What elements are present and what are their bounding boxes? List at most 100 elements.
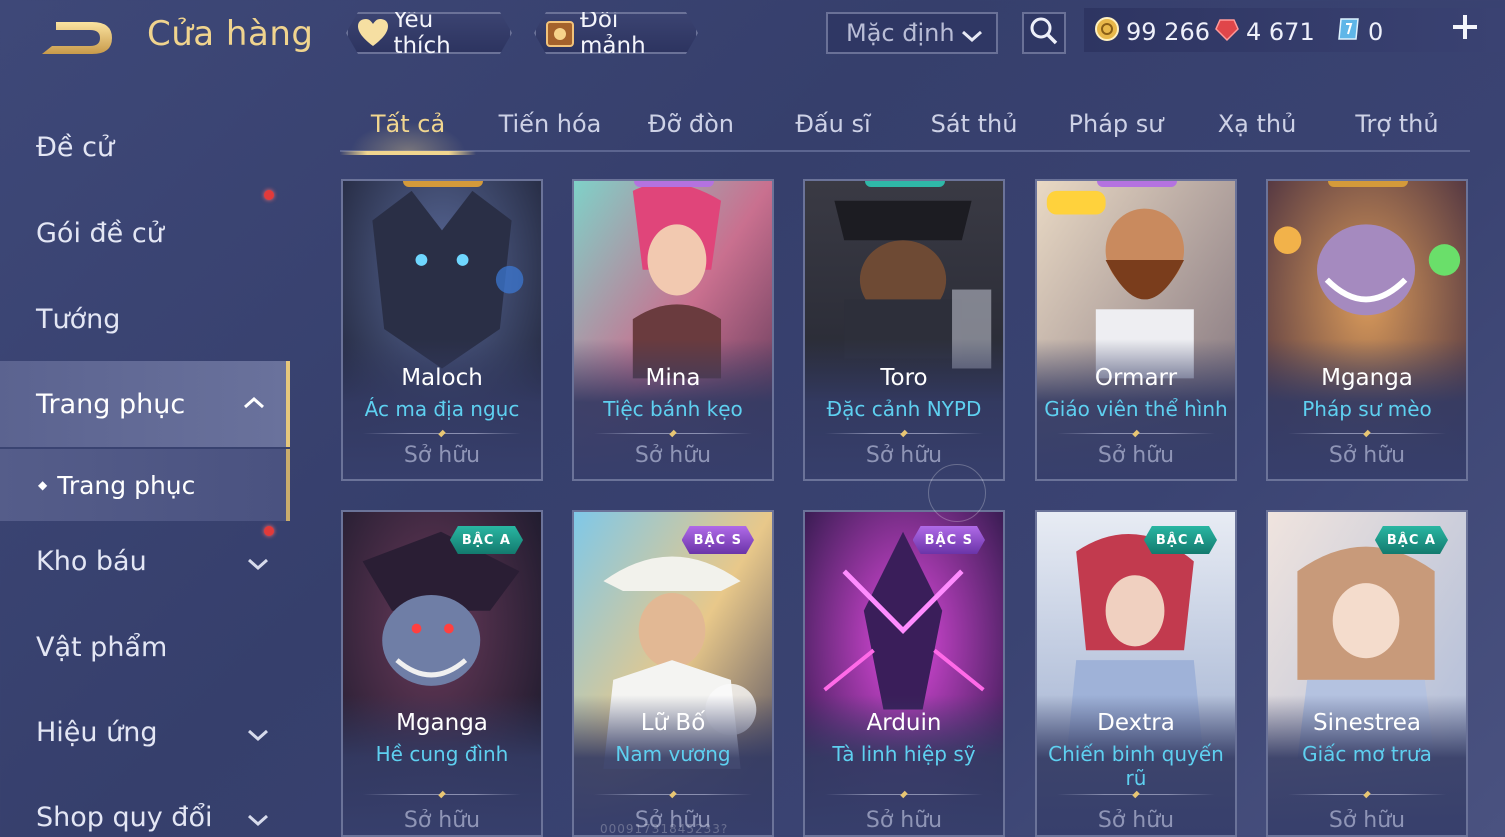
sidebar-item-recommended-packs[interactable]: Gói đề cử (0, 190, 290, 276)
exchange-label: Đổi mảnh (580, 7, 646, 59)
search-button[interactable] (1022, 12, 1066, 54)
tier-badge: BẬC S (913, 526, 985, 554)
skin-card[interactable]: BẬC S Lữ Bố Nam vương Sở hữu (572, 510, 774, 837)
currency-bar: 99 266 4 671 0 (1084, 8, 1504, 52)
heart-icon (356, 17, 389, 49)
tier-badge: BẬC A (1375, 526, 1448, 554)
skin-name: Đặc cảnh NYPD (826, 397, 982, 421)
tab-warrior[interactable]: Đấu sĩ (765, 96, 901, 152)
sidebar-item-recommended[interactable]: Đề cử (0, 104, 290, 190)
owned-status: Sở hữu (1328, 443, 1406, 468)
divider (1288, 794, 1446, 795)
divider (594, 433, 752, 434)
skin-card[interactable]: Mganga Pháp sư mèo Sở hữu (1266, 179, 1468, 481)
tier-tab (1097, 181, 1177, 187)
category-tabs: Tất cả Tiến hóa Đỡ đòn Đấu sĩ Sát thủ Ph… (340, 96, 1470, 155)
hero-name: Mganga (396, 710, 488, 736)
owned-status: Sở hữu (1097, 808, 1175, 833)
skin-name: Tà linh hiệp sỹ (832, 742, 976, 766)
tier-tab (1328, 181, 1408, 187)
tab-tank[interactable]: Đỡ đòn (623, 96, 759, 152)
divider (363, 794, 521, 795)
tier-badge: BẬC A (450, 526, 523, 554)
skin-card[interactable]: Toro Đặc cảnh NYPD Sở hữu (803, 179, 1005, 481)
shard-box-icon (544, 17, 576, 49)
ruby-icon (1214, 16, 1240, 48)
hero-name: Toro (880, 365, 928, 391)
hero-name: Lữ Bố (640, 710, 706, 736)
skin-card[interactable]: Maloch Ác ma địa ngục Sở hữu (341, 179, 543, 481)
skin-name: Hề cung đình (375, 742, 509, 766)
sidebar-item-heroes[interactable]: Tướng (0, 276, 290, 362)
add-currency-icon[interactable] (1448, 10, 1482, 44)
hero-name: Arduin (866, 710, 942, 736)
sidebar-item-effects[interactable]: Hiệu ứng (0, 689, 290, 775)
hero-name: Maloch (401, 365, 483, 391)
chevron-down-icon (246, 806, 270, 837)
owned-status: Sở hữu (634, 443, 712, 468)
divider (363, 433, 521, 434)
sort-value: Mặc định (846, 19, 955, 47)
hero-name: Dextra (1097, 710, 1175, 736)
skin-name: Giấc mơ trưa (1302, 742, 1432, 766)
owned-status: Sở hữu (1097, 443, 1175, 468)
tier-badge: BẬC S (682, 526, 754, 554)
page-title: Cửa hàng (147, 14, 314, 54)
hero-name: Ormarr (1094, 365, 1178, 391)
chevron-down-icon (960, 24, 984, 52)
skin-name: Chiến binh quyến rũ (1048, 742, 1224, 790)
sort-dropdown[interactable]: Mặc định (826, 12, 998, 54)
hero-name: Mganga (1321, 365, 1413, 391)
favorites-label: Yêu thích (393, 7, 451, 59)
top-bar: Cửa hàng Yêu thích Đổi mảnh Mặc định 99 … (0, 0, 1505, 80)
tier-badge: BẬC A (1144, 526, 1217, 554)
skin-card[interactable]: Ormarr Giáo viên thể hình Sở hữu (1035, 179, 1237, 481)
sidebar-item-treasure[interactable]: Kho báu (0, 518, 290, 604)
skin-card[interactable]: BẬC A Sinestrea Giấc mơ trưa Sở hữu (1266, 510, 1468, 837)
tab-evolution[interactable]: Tiến hóa (482, 96, 618, 152)
divider (825, 794, 983, 795)
skin-card[interactable]: BẬC S Arduin Tà linh hiệp sỹ Sở hữu (803, 510, 1005, 837)
skin-card[interactable]: BẬC A Mganga Hề cung đình Sở hữu (341, 510, 543, 837)
tab-assassin[interactable]: Sát thủ (906, 96, 1042, 152)
divider (594, 794, 752, 795)
notification-dot (264, 526, 274, 536)
owned-status: Sở hữu (403, 808, 481, 833)
touch-indicator (928, 464, 986, 522)
owned-status: Sở hữu (865, 443, 943, 468)
tier-tab (403, 181, 483, 187)
tab-marksman[interactable]: Xạ thủ (1189, 96, 1325, 152)
divider (1057, 433, 1215, 434)
sidebar-item-exchange-shop[interactable]: Shop quy đổi (0, 774, 290, 837)
hero-name: Mina (645, 365, 701, 391)
hero-name: Sinestrea (1313, 710, 1421, 736)
favorites-button[interactable]: Yêu thích (346, 12, 512, 54)
skin-name: Giáo viên thể hình (1044, 397, 1228, 421)
voucher-icon (1336, 16, 1362, 48)
tab-support[interactable]: Trợ thủ (1329, 96, 1465, 152)
sidebar-subitem-skins[interactable]: ◆ Trang phục (0, 449, 290, 521)
search-icon (1029, 16, 1059, 50)
skin-name: Tiệc bánh kẹo (603, 397, 743, 421)
tab-all[interactable]: Tất cả (340, 96, 476, 155)
divider (1288, 433, 1446, 434)
skin-name: Ác ma địa ngục (364, 397, 520, 421)
skin-name: Nam vương (615, 742, 731, 766)
skin-card[interactable]: BẬC A Dextra Chiến binh quyến rũ Sở hữu (1035, 510, 1237, 837)
ruby-balance: 4 671 (1214, 16, 1315, 48)
chevron-down-icon (246, 550, 270, 581)
gold-coin-icon (1094, 16, 1120, 48)
sidebar-item-skins[interactable]: Trang phục (0, 361, 290, 447)
sidebar-item-items[interactable]: Vật phẩm (0, 604, 290, 690)
diamond-bullet-icon: ◆ (38, 478, 48, 492)
owned-status: Sở hữu (1328, 808, 1406, 833)
back-icon[interactable] (34, 16, 118, 60)
voucher-balance: 0 (1336, 16, 1383, 48)
tab-mage[interactable]: Pháp sư (1048, 96, 1184, 152)
exchange-shards-button[interactable]: Đổi mảnh (534, 12, 698, 54)
watermark: 00091731845233? (600, 822, 729, 836)
skin-card[interactable]: Mina Tiệc bánh kẹo Sở hữu (572, 179, 774, 481)
tier-tab (865, 181, 945, 187)
owned-status: Sở hữu (865, 808, 943, 833)
sidebar: Đề cử Gói đề cử Tướng Trang phục ◆ Trang… (0, 100, 290, 837)
